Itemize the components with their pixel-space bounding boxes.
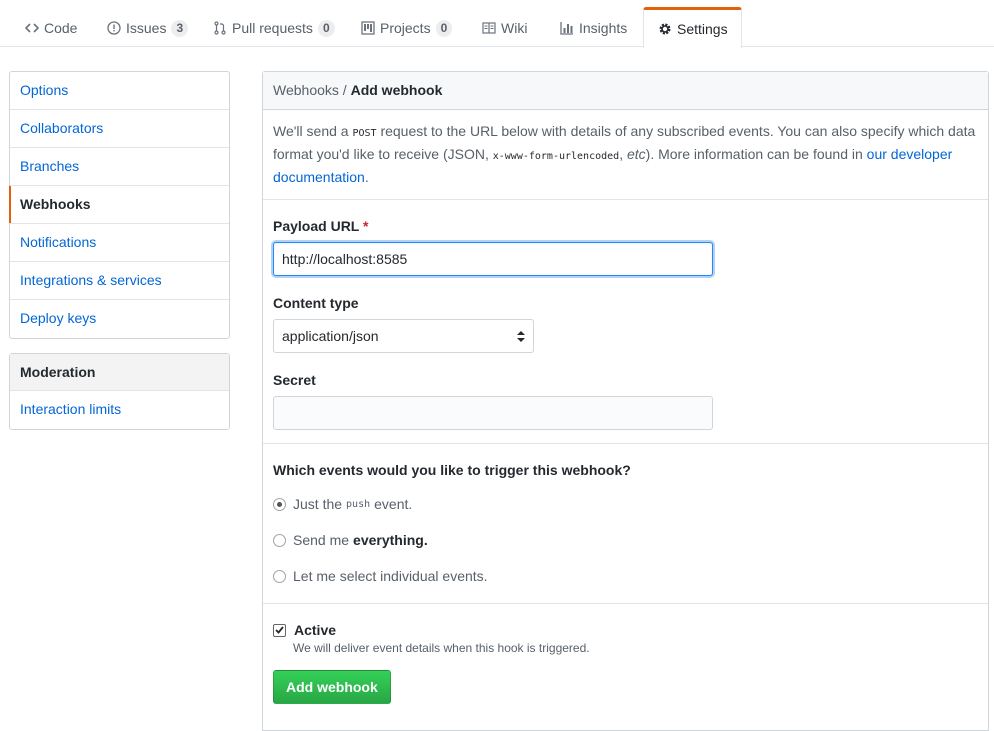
intro-part: , xyxy=(619,146,627,162)
content-type-value: application/json xyxy=(282,328,379,344)
git-pull-request-icon xyxy=(213,21,227,35)
tab-wiki-label: Wiki xyxy=(501,20,528,36)
event-option-push[interactable]: Just the push event. xyxy=(273,486,978,522)
code-icon xyxy=(25,21,39,35)
breadcrumb-separator: / xyxy=(338,82,351,98)
tab-pull-requests[interactable]: Pull requests 0 xyxy=(199,8,349,48)
tab-insights[interactable]: Insights xyxy=(546,8,641,48)
sidebar-item-options[interactable]: Options xyxy=(10,72,229,110)
intro-text: We'll send a POST request to the URL bel… xyxy=(263,110,988,200)
event-option-everything[interactable]: Send me everything. xyxy=(273,522,978,558)
project-icon xyxy=(361,21,375,35)
active-label: Active xyxy=(294,622,337,638)
projects-counter: 0 xyxy=(435,19,453,37)
payload-url-value: http://localhost:8585 xyxy=(282,251,408,267)
tab-code[interactable]: Code xyxy=(11,8,91,48)
tab-settings-label: Settings xyxy=(677,21,728,37)
sidebar-item-branches[interactable]: Branches xyxy=(10,148,229,186)
moderation-menu: Moderation Interaction limits xyxy=(9,353,230,430)
breadcrumb-webhooks-link[interactable]: Webhooks xyxy=(273,82,339,98)
sidebar-item-collaborators[interactable]: Collaborators xyxy=(10,110,229,148)
tab-issues-label: Issues xyxy=(126,20,167,36)
issues-counter: 3 xyxy=(171,19,189,37)
add-webhook-button[interactable]: Add webhook xyxy=(273,670,391,704)
events-section: Which events would you like to trigger t… xyxy=(263,444,988,604)
active-row: Active xyxy=(273,622,978,638)
graph-icon xyxy=(560,21,574,35)
tab-projects[interactable]: Projects 0 xyxy=(347,8,466,48)
active-checkbox[interactable] xyxy=(273,623,286,637)
event-all-text: Send me xyxy=(293,532,350,548)
sidebar-item-notifications[interactable]: Notifications xyxy=(10,224,229,262)
tab-settings[interactable]: Settings xyxy=(643,7,742,48)
event-select-text: Let me select individual events. xyxy=(293,568,488,584)
repo-nav: Code Issues 3 Pull requests 0 Projects 0… xyxy=(0,0,994,48)
sidebar-item-integrations[interactable]: Integrations & services xyxy=(10,262,229,300)
radio-select[interactable] xyxy=(273,569,286,583)
gear-icon xyxy=(658,22,672,36)
moderation-heading: Moderation xyxy=(10,354,229,391)
tab-issues[interactable]: Issues 3 xyxy=(93,8,202,48)
event-option-select[interactable]: Let me select individual events. xyxy=(273,558,978,594)
tab-insights-label: Insights xyxy=(579,20,628,36)
payload-url-input[interactable]: http://localhost:8585 xyxy=(273,242,713,276)
event-push-text: Just the xyxy=(293,496,343,512)
webhook-form-box: Webhooks / Add webhook We'll send a POST… xyxy=(262,71,989,731)
pulls-counter: 0 xyxy=(317,19,335,37)
events-question: Which events would you like to trigger t… xyxy=(273,462,631,478)
intro-part: ). More information can be found in xyxy=(645,146,867,162)
required-mark: * xyxy=(363,218,369,234)
checkmark-icon xyxy=(275,626,284,634)
urlencoded-code: x-www-form-urlencoded xyxy=(492,151,620,162)
content-type-select[interactable]: application/json xyxy=(273,319,534,353)
submit-row: Add webhook xyxy=(273,670,978,704)
radio-everything[interactable] xyxy=(273,533,286,547)
intro-part: We'll send a xyxy=(273,123,353,139)
issue-opened-icon xyxy=(107,21,121,35)
event-push-text-end: event. xyxy=(374,496,413,512)
config-section: Payload URL * http://localhost:8585 Cont… xyxy=(263,200,988,444)
active-section: Active We will deliver event details whe… xyxy=(263,604,988,704)
sidebar-item-webhooks[interactable]: Webhooks xyxy=(9,186,229,224)
post-code: POST xyxy=(352,128,377,139)
tab-pulls-label: Pull requests xyxy=(232,20,313,36)
tab-code-label: Code xyxy=(44,20,78,36)
sidebar-item-interaction-limits[interactable]: Interaction limits xyxy=(10,391,229,429)
secret-input[interactable] xyxy=(273,396,713,430)
radio-push[interactable] xyxy=(273,497,286,511)
secret-label: Secret xyxy=(273,372,316,388)
page-title: Add webhook xyxy=(350,82,443,98)
event-all-bold: everything. xyxy=(353,532,428,548)
book-icon xyxy=(482,21,496,35)
payload-url-label: Payload URL * xyxy=(273,218,978,234)
intro-part: . xyxy=(364,169,369,185)
push-code: push xyxy=(346,498,371,510)
tab-wiki[interactable]: Wiki xyxy=(468,8,541,48)
tab-projects-label: Projects xyxy=(380,20,431,36)
breadcrumb: Webhooks / Add webhook xyxy=(263,72,988,110)
sidebar-item-deploy-keys[interactable]: Deploy keys xyxy=(10,300,229,338)
content-type-label: Content type xyxy=(273,295,359,311)
active-note: We will deliver event details when this … xyxy=(293,641,590,655)
payload-url-label-text: Payload URL xyxy=(273,218,360,234)
intro-etc: etc xyxy=(626,146,646,162)
settings-menu: Options Collaborators Branches Webhooks … xyxy=(9,71,230,339)
select-caret-icon xyxy=(517,330,525,342)
